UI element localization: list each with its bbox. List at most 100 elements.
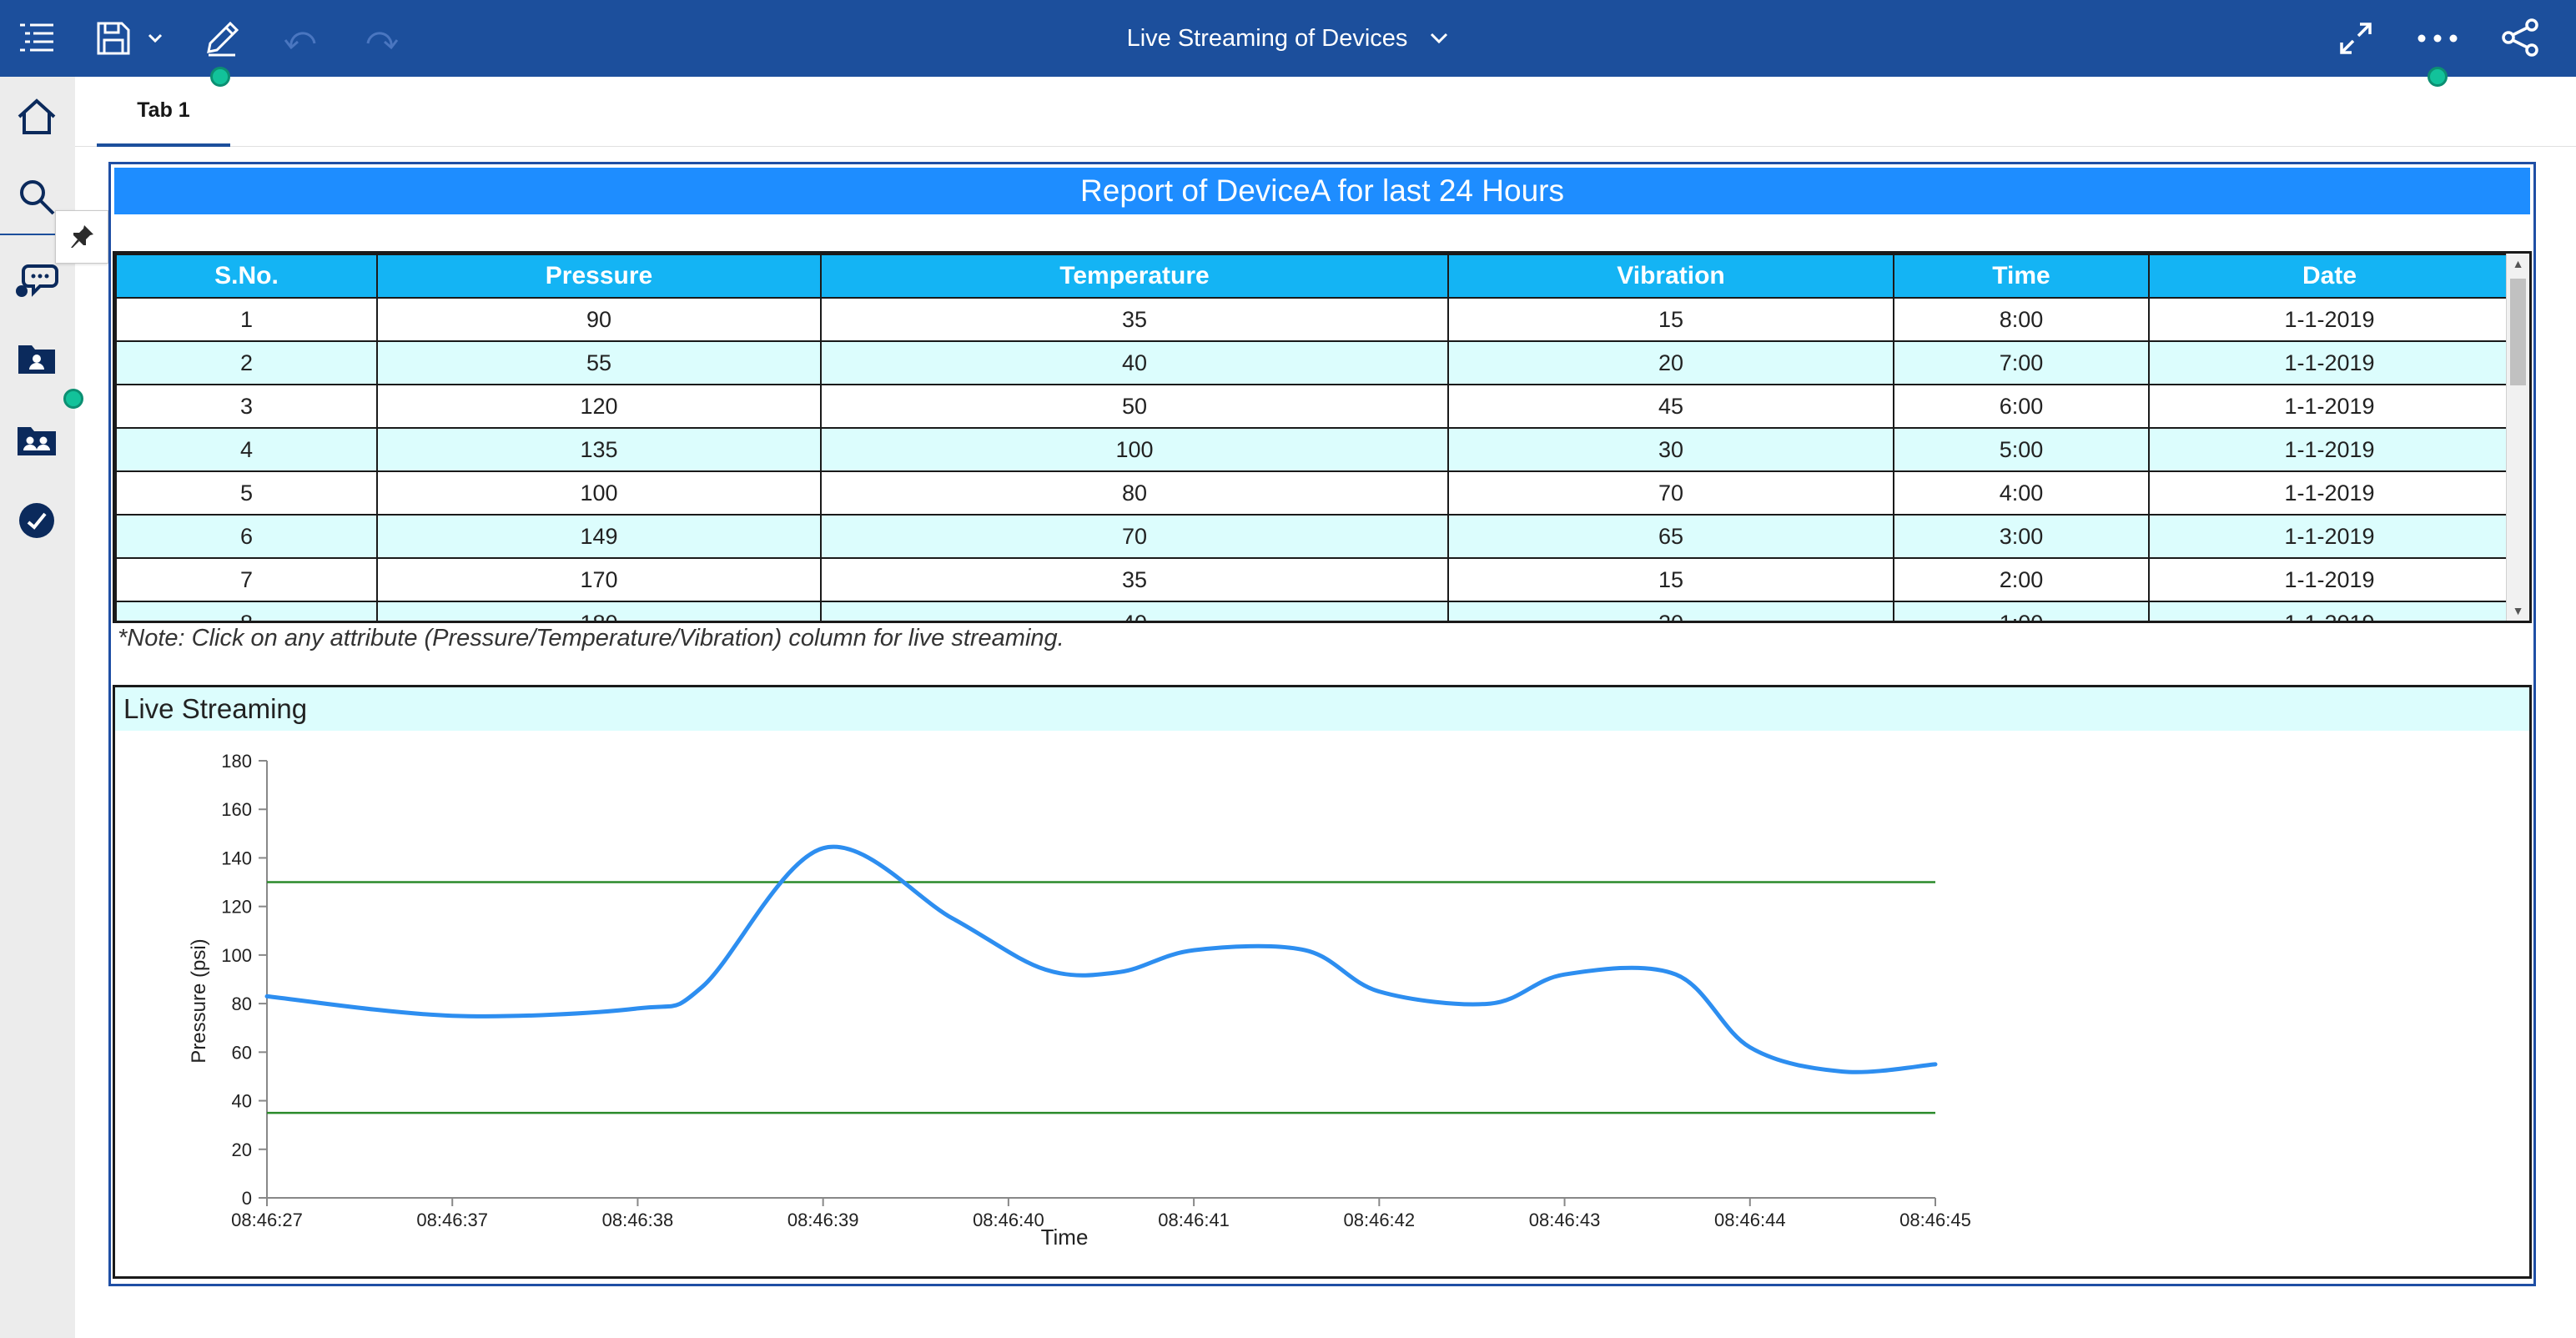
x-tick-label: 08:46:41 bbox=[1158, 1210, 1230, 1230]
cell-pressure[interactable]: 90 bbox=[376, 297, 822, 342]
cell-time: 2:00 bbox=[1893, 557, 2150, 602]
cell-time: 5:00 bbox=[1893, 427, 2150, 472]
home-icon[interactable] bbox=[10, 90, 63, 143]
cell-time: 1:00 bbox=[1893, 601, 2150, 621]
expand-icon[interactable] bbox=[2331, 13, 2381, 63]
cell-date: 1-1-2019 bbox=[2148, 297, 2511, 342]
cell-pressure[interactable]: 120 bbox=[376, 384, 822, 429]
tab-1[interactable]: Tab 1 bbox=[97, 77, 230, 147]
undo-icon[interactable] bbox=[279, 15, 325, 62]
live-streaming-title: Live Streaming bbox=[115, 687, 2529, 731]
table-header-row: S.No. Pressure Temperature Vibration Tim… bbox=[115, 254, 2511, 299]
cell-pressure[interactable]: 149 bbox=[376, 514, 822, 559]
cell-sno: 4 bbox=[115, 427, 378, 472]
left-navigation bbox=[0, 77, 83, 1338]
scroll-thumb[interactable] bbox=[2510, 279, 2526, 385]
cell-temperature[interactable]: 80 bbox=[820, 470, 1449, 516]
table-row[interactable]: 8 180 40 20 1:00 1-1-2019 bbox=[115, 601, 2511, 621]
cell-date: 1-1-2019 bbox=[2148, 384, 2511, 429]
column-header-sno: S.No. bbox=[115, 254, 378, 299]
table-row[interactable]: 1 90 35 15 8:00 1-1-2019 bbox=[115, 297, 2511, 342]
table-row[interactable]: 3 120 50 45 6:00 1-1-2019 bbox=[115, 384, 2511, 429]
cell-sno: 6 bbox=[115, 514, 378, 559]
table-row[interactable]: 5 100 80 70 4:00 1-1-2019 bbox=[115, 470, 2511, 516]
cell-temperature[interactable]: 35 bbox=[820, 297, 1449, 342]
pin-button[interactable] bbox=[55, 210, 108, 264]
scroll-down-icon[interactable]: ▼ bbox=[2507, 601, 2529, 621]
cell-vibration[interactable]: 45 bbox=[1447, 384, 1894, 429]
pressure-series-line bbox=[264, 844, 1938, 1074]
x-tick-label: 08:46:27 bbox=[231, 1210, 303, 1230]
cell-date: 1-1-2019 bbox=[2148, 514, 2511, 559]
column-header-temperature[interactable]: Temperature bbox=[820, 254, 1449, 299]
cell-pressure[interactable]: 180 bbox=[376, 601, 822, 621]
column-header-pressure[interactable]: Pressure bbox=[376, 254, 822, 299]
cell-date: 1-1-2019 bbox=[2148, 601, 2511, 621]
recent-check-icon[interactable] bbox=[10, 494, 63, 547]
menu-list-icon[interactable] bbox=[12, 13, 62, 63]
cell-vibration[interactable]: 30 bbox=[1447, 427, 1894, 472]
table-scrollbar[interactable]: ▲ ▼ bbox=[2506, 254, 2529, 621]
pencil-icon[interactable] bbox=[197, 13, 247, 63]
cell-time: 4:00 bbox=[1893, 470, 2150, 516]
cell-pressure[interactable]: 100 bbox=[376, 470, 822, 516]
x-tick-label: 08:46:38 bbox=[602, 1210, 674, 1230]
column-header-vibration[interactable]: Vibration bbox=[1447, 254, 1894, 299]
cell-temperature[interactable]: 40 bbox=[820, 601, 1449, 621]
cell-sno: 7 bbox=[115, 557, 378, 602]
x-tick-label: 08:46:39 bbox=[787, 1210, 859, 1230]
x-tick-label: 08:46:37 bbox=[416, 1210, 488, 1230]
live-streaming-panel: Live Streaming 0 20 40 60 80 100 120 140 160 180 0… bbox=[113, 685, 2532, 1279]
cell-pressure[interactable]: 170 bbox=[376, 557, 822, 602]
cell-vibration[interactable]: 20 bbox=[1447, 601, 1894, 621]
dashboard-title: Live Streaming of Devices bbox=[1126, 24, 1408, 52]
y-axis-label: Pressure (psi) bbox=[188, 938, 210, 1063]
report-title: Report of DeviceA for last 24 Hours bbox=[114, 168, 2530, 214]
cell-vibration[interactable]: 15 bbox=[1447, 297, 1894, 342]
more-icon[interactable] bbox=[2412, 13, 2463, 63]
cell-sno: 5 bbox=[115, 470, 378, 516]
redo-icon[interactable] bbox=[357, 15, 404, 62]
cell-sno: 8 bbox=[115, 601, 378, 621]
live-streaming-chart: 0 20 40 60 80 100 120 140 160 180 08:46:27 08:46:37… bbox=[188, 751, 1971, 1250]
y-tick-label: 180 bbox=[221, 751, 252, 772]
y-tick-label: 0 bbox=[242, 1188, 252, 1209]
cell-pressure[interactable]: 55 bbox=[376, 340, 822, 385]
y-tick-label: 100 bbox=[221, 945, 252, 966]
streaming-note: *Note: Click on any attribute (Pressure/… bbox=[118, 625, 1064, 651]
cell-time: 3:00 bbox=[1893, 514, 2150, 559]
cell-vibration[interactable]: 70 bbox=[1447, 470, 1894, 516]
cell-temperature[interactable]: 40 bbox=[820, 340, 1449, 385]
cell-temperature[interactable]: 100 bbox=[820, 427, 1449, 472]
cell-time: 7:00 bbox=[1893, 340, 2150, 385]
scroll-up-icon[interactable]: ▲ bbox=[2507, 254, 2529, 274]
team-folder-icon[interactable] bbox=[10, 332, 63, 385]
y-tick-label: 140 bbox=[221, 848, 252, 868]
table-row[interactable]: 7 170 35 15 2:00 1-1-2019 bbox=[115, 557, 2511, 602]
table-row[interactable]: 2 55 40 20 7:00 1-1-2019 bbox=[115, 340, 2511, 385]
cell-vibration[interactable]: 20 bbox=[1447, 340, 1894, 385]
report-table-container: S.No. Pressure Temperature Vibration Tim… bbox=[113, 251, 2532, 623]
cell-vibration[interactable]: 15 bbox=[1447, 557, 1894, 602]
y-tick-label: 60 bbox=[232, 1042, 252, 1063]
dashboard-title-dropdown[interactable]: Live Streaming of Devices bbox=[1127, 25, 1450, 53]
chevron-down-icon[interactable] bbox=[142, 23, 169, 53]
x-axis-label: Time bbox=[1041, 1225, 1089, 1250]
report-widget: Report of DeviceA for last 24 Hours S.No… bbox=[108, 162, 2536, 1286]
cell-temperature[interactable]: 50 bbox=[820, 384, 1449, 429]
shared-content-icon[interactable] bbox=[10, 414, 63, 467]
y-tick-label: 160 bbox=[221, 799, 252, 820]
y-tick-label: 20 bbox=[232, 1139, 252, 1160]
cell-temperature[interactable]: 70 bbox=[820, 514, 1449, 559]
share-icon[interactable] bbox=[2494, 12, 2546, 63]
cell-sno: 3 bbox=[115, 384, 378, 429]
cell-pressure[interactable]: 135 bbox=[376, 427, 822, 472]
table-row[interactable]: 4 135 100 30 5:00 1-1-2019 bbox=[115, 427, 2511, 472]
save-icon[interactable] bbox=[90, 15, 137, 62]
x-tick-label: 08:46:43 bbox=[1529, 1210, 1601, 1230]
table-row[interactable]: 6 149 70 65 3:00 1-1-2019 bbox=[115, 514, 2511, 559]
cell-sno: 1 bbox=[115, 297, 378, 342]
cell-vibration[interactable]: 65 bbox=[1447, 514, 1894, 559]
cell-temperature[interactable]: 35 bbox=[820, 557, 1449, 602]
notification-dot bbox=[63, 389, 83, 409]
